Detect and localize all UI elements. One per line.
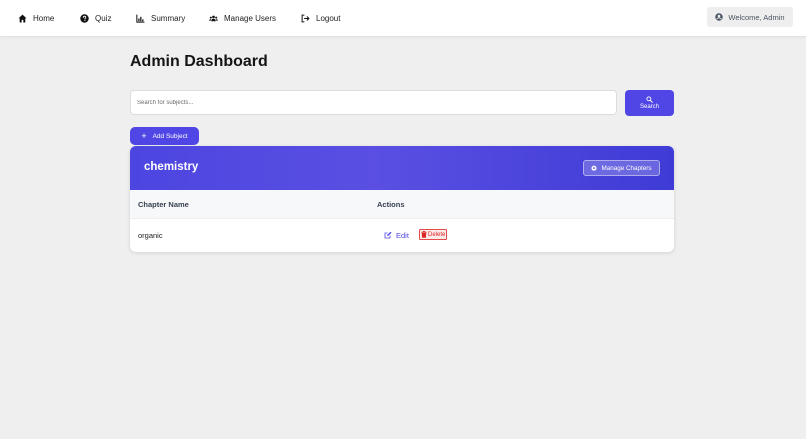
nav-quiz-label: Quiz [95,13,112,23]
welcome-label: Welcome, Admin [728,12,785,22]
nav-manage-users-link[interactable]: Manage Users [209,0,276,36]
users-icon [209,14,218,23]
page-title: Admin Dashboard [130,53,268,70]
chapters-table-header: Chapter Name Actions [130,190,674,219]
nav-quiz-link[interactable]: Quiz [80,0,111,36]
plus-icon: + [141,130,147,141]
edit-button[interactable]: Edit [384,229,409,241]
nav-summary-link[interactable]: Summary [136,0,185,36]
user-circle-icon [715,13,724,21]
chapter-name-cell: organic [138,231,163,240]
edit-icon [384,231,392,239]
search-button[interactable]: Search [625,90,674,116]
home-icon [18,14,27,23]
trash-icon [421,231,427,238]
nav-home-label: Home [33,13,55,23]
top-navbar: Home Quiz Summary Manage Users Logout We… [0,0,806,37]
chart-bar-icon [136,14,145,23]
subject-name: chemistry [144,161,199,173]
manage-chapters-button[interactable]: Manage Chapters [583,160,660,176]
search-input[interactable] [130,90,617,115]
delete-label: Delete [428,231,446,238]
nav-logout-link[interactable]: Logout [301,0,340,36]
column-header-chapter-name: Chapter Name [138,200,189,209]
gear-icon [591,165,598,171]
subject-card: chemistry Manage Chapters Chapter Name A… [130,146,674,252]
welcome-badge[interactable]: Welcome, Admin [707,7,793,27]
subject-card-header: chemistry Manage Chapters [130,146,674,190]
question-circle-icon [80,13,89,23]
add-subject-button[interactable]: + Add Subject [130,127,199,145]
table-row: organic Edit Delete [130,219,674,251]
nav-manage-users-label: Manage Users [224,13,277,23]
search-button-label: Search [639,104,659,110]
manage-chapters-label: Manage Chapters [601,164,652,172]
search-icon [646,96,653,103]
delete-button[interactable]: Delete [419,229,448,240]
edit-label: Edit [396,230,409,240]
nav-logout-label: Logout [316,13,341,23]
nav-summary-label: Summary [151,13,186,23]
column-header-actions: Actions [377,200,405,209]
nav-home-link[interactable]: Home [18,0,54,36]
sign-out-icon [301,14,310,23]
add-subject-label: Add Subject [152,132,188,140]
